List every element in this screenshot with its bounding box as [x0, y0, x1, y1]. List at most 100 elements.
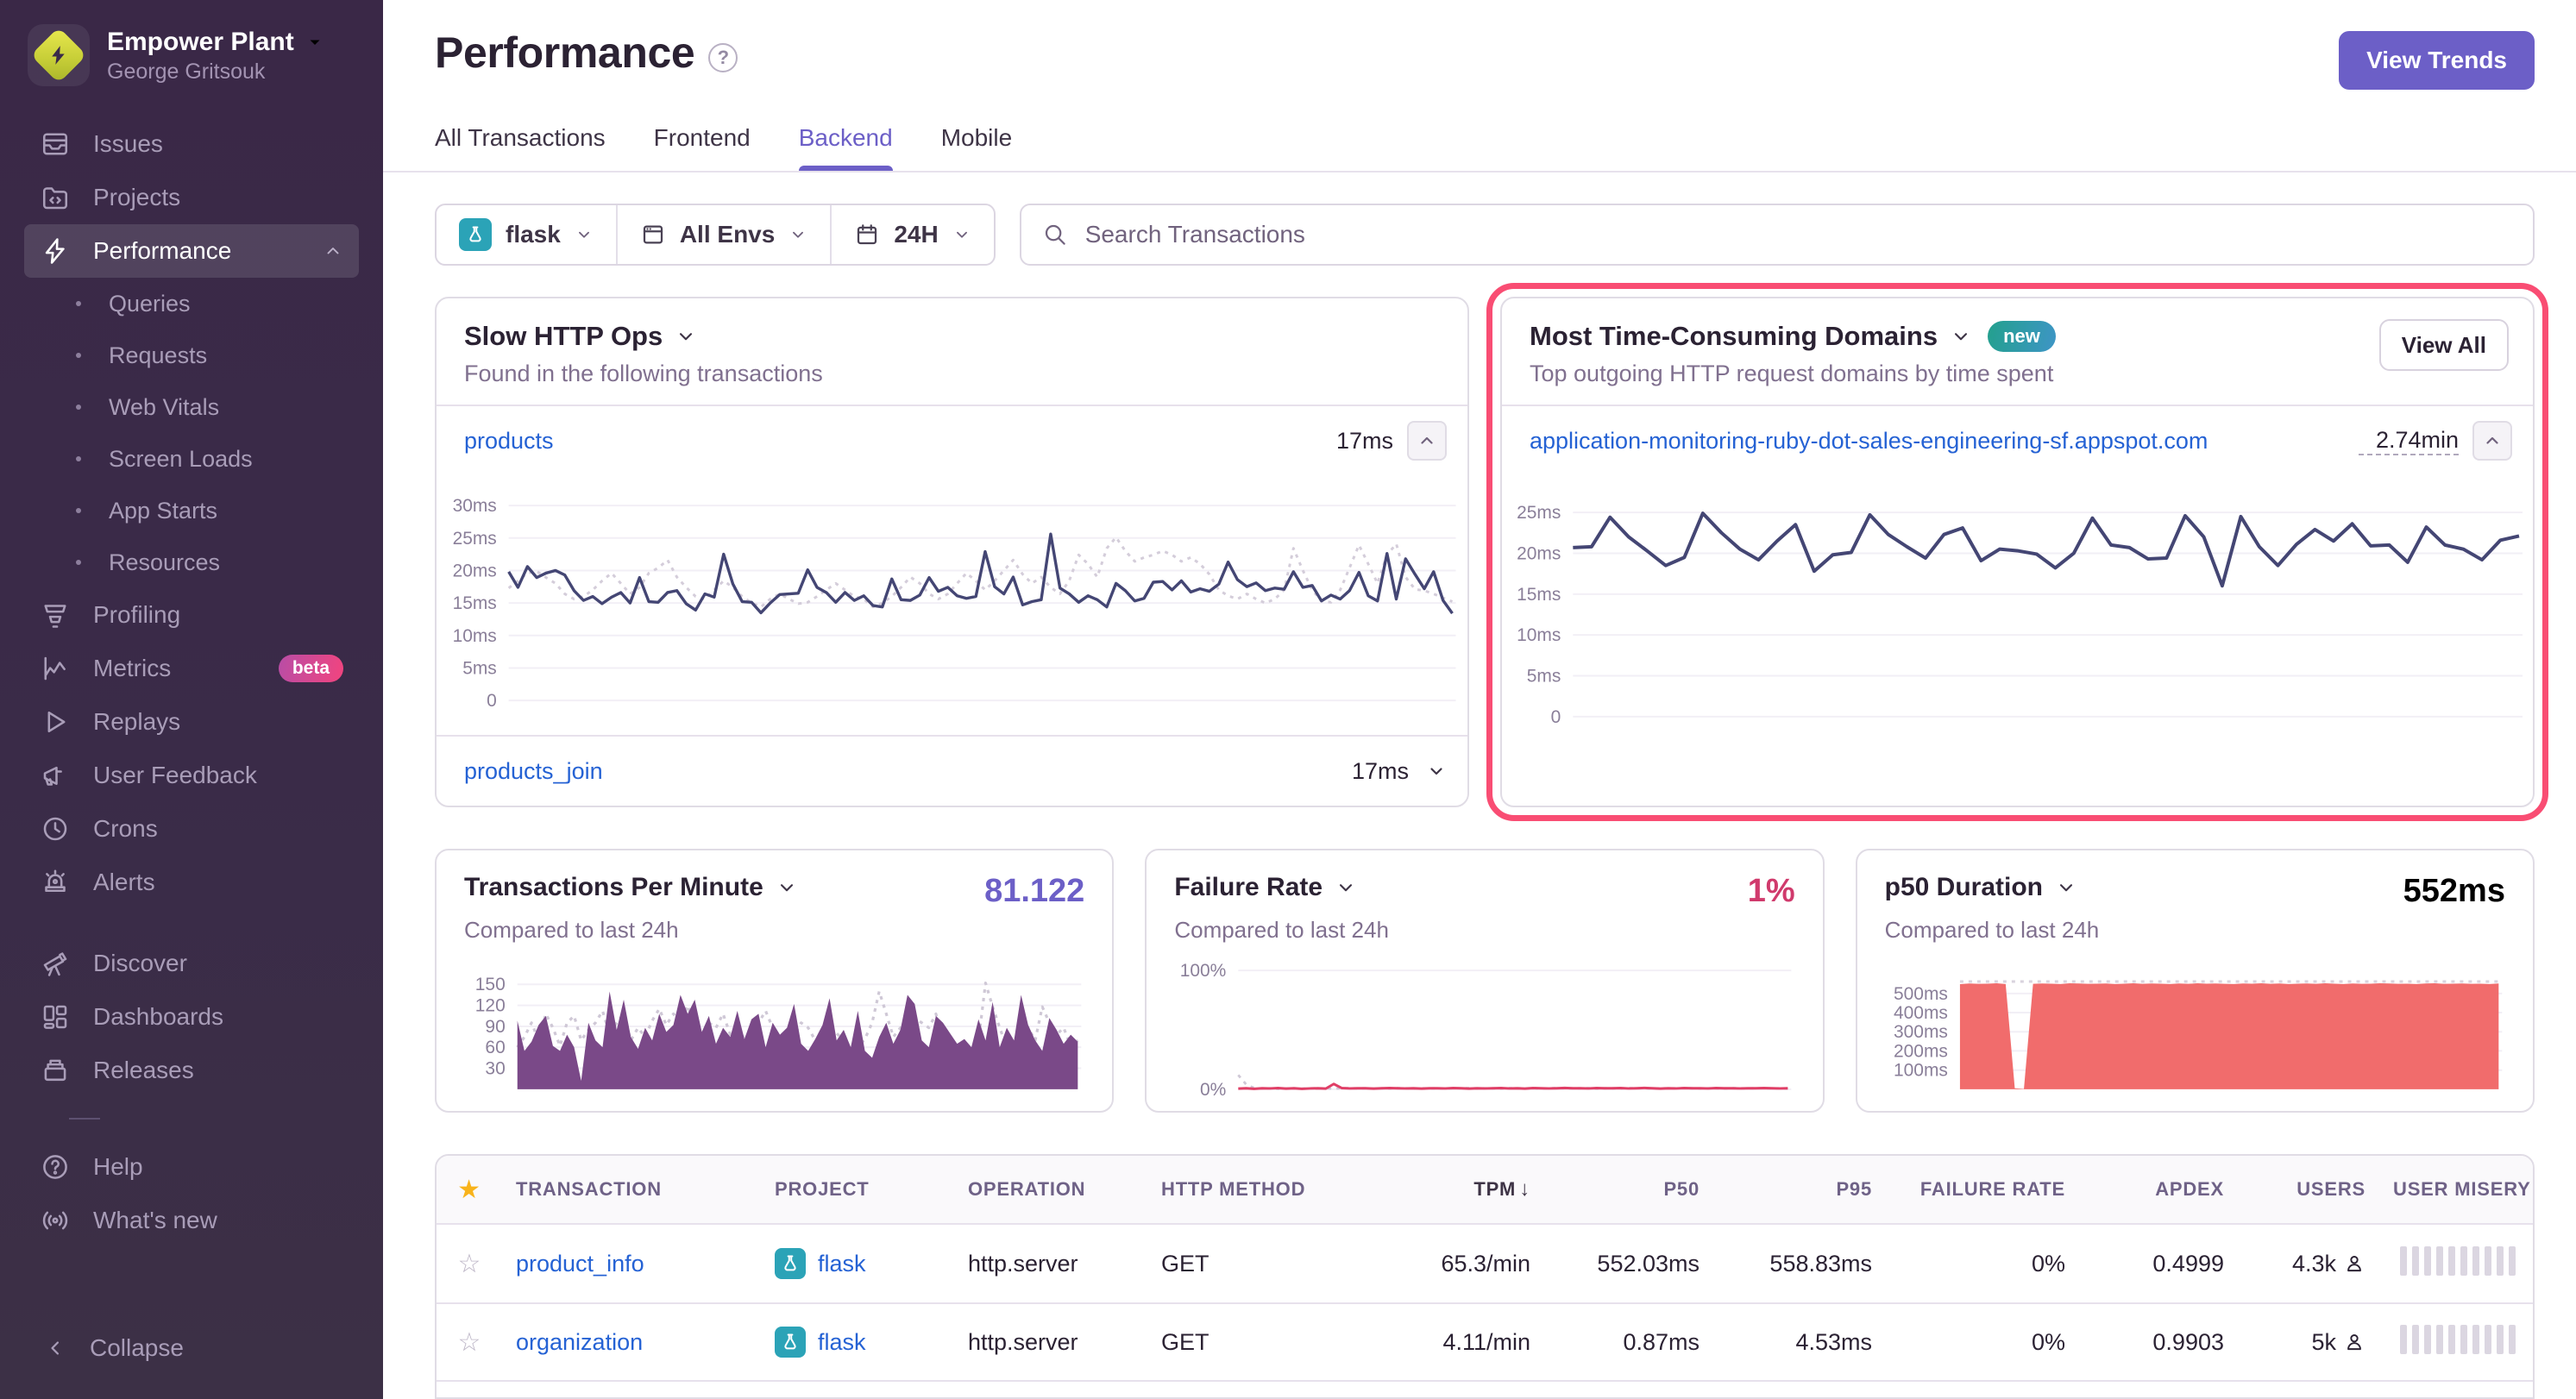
domain-time-spent[interactable]: 2.74min — [2359, 427, 2459, 455]
sidebar-item-performance[interactable]: Performance — [24, 224, 359, 278]
org-switcher[interactable]: Empower Plant George Gritsouk — [24, 21, 359, 86]
project-cell[interactable]: flask — [761, 1248, 954, 1279]
help-tooltip-icon[interactable]: ? — [708, 43, 738, 72]
failure-rate-cell: 0% — [1886, 1251, 2079, 1277]
lightning-bolt-icon — [47, 44, 70, 66]
date-range-filter[interactable]: 24H — [830, 205, 993, 264]
p50-cell: 0.87ms — [1544, 1329, 1713, 1356]
svg-text:90: 90 — [485, 1017, 505, 1037]
tab-bar: All Transactions Frontend Backend Mobile — [435, 124, 2535, 171]
products-join-link[interactable]: products_join — [464, 758, 603, 785]
chevron-down-icon[interactable] — [1335, 876, 1357, 899]
svg-text:500ms: 500ms — [1894, 984, 1948, 1004]
chevron-down-icon[interactable] — [1950, 325, 1972, 348]
star-toggle[interactable]: ☆ — [437, 1249, 502, 1279]
sidebar-item-releases[interactable]: Releases — [24, 1044, 359, 1097]
sidebar-divider — [69, 1118, 100, 1120]
domains-chart[interactable]: 25ms20ms15ms10ms5ms0 — [1509, 486, 2526, 748]
domain-link[interactable]: application-monitoring-ruby-dot-sales-en… — [1530, 428, 2208, 455]
col-users[interactable]: USERS — [2238, 1178, 2379, 1201]
sidebar-item-metrics[interactable]: Metrics beta — [24, 642, 359, 695]
slow-http-ops-title[interactable]: Slow HTTP Ops — [464, 321, 663, 352]
sidebar-item-label: Crons — [93, 815, 158, 843]
transaction-link[interactable]: organization — [516, 1329, 643, 1355]
chevron-down-icon[interactable] — [675, 325, 697, 348]
sidebar-item-projects[interactable]: Projects — [24, 171, 359, 224]
chevron-down-icon[interactable] — [776, 876, 798, 899]
chevron-down-icon[interactable] — [1426, 761, 1447, 781]
person-icon — [2343, 1252, 2366, 1275]
slow-http-ops-chart[interactable]: 30ms25ms20ms15ms10ms5ms0 — [443, 482, 1461, 731]
sidebar-item-issues[interactable]: Issues — [24, 117, 359, 171]
sidebar-collapse-button[interactable]: Collapse — [24, 1321, 359, 1375]
sidebar-item-alerts[interactable]: Alerts — [24, 856, 359, 909]
domains-title[interactable]: Most Time-Consuming Domains — [1530, 321, 1938, 352]
sidebar-item-web-vitals[interactable]: Web Vitals — [24, 381, 359, 433]
tpm-title[interactable]: Transactions Per Minute — [464, 873, 763, 902]
search-input[interactable] — [1082, 219, 2512, 250]
sidebar-item-requests[interactable]: Requests — [24, 329, 359, 381]
bullet-icon — [76, 560, 81, 565]
p50-duration-chart[interactable]: 500ms400ms300ms200ms100ms — [1885, 957, 2505, 1102]
col-apdex[interactable]: APDEX — [2079, 1178, 2238, 1201]
project-filter[interactable]: flask — [437, 205, 616, 264]
col-transaction[interactable]: TRANSACTION — [502, 1178, 761, 1201]
project-link[interactable]: flask — [818, 1251, 866, 1277]
bullet-icon — [76, 456, 81, 461]
sidebar-item-replays[interactable]: Replays — [24, 695, 359, 749]
failure-rate-chart[interactable]: 100%0% — [1174, 957, 1794, 1102]
chevron-down-icon — [952, 225, 971, 244]
domains-subtitle: Top outgoing HTTP request domains by tim… — [1530, 361, 2505, 387]
svg-text:10ms: 10ms — [1517, 625, 1561, 645]
sidebar-item-help[interactable]: Help — [24, 1140, 359, 1194]
p50-duration-title[interactable]: p50 Duration — [1885, 873, 2043, 902]
sidebar-item-profiling[interactable]: Profiling — [24, 588, 359, 642]
collapse-row-button[interactable] — [1407, 421, 1447, 461]
tpm-chart[interactable]: 150120906030 — [464, 957, 1084, 1102]
failure-rate-value: 1% — [1748, 873, 1795, 910]
sidebar-item-crons[interactable]: Crons — [24, 802, 359, 856]
sidebar-item-resources[interactable]: Resources — [24, 536, 359, 588]
sidebar-item-whats-new[interactable]: What's new — [24, 1194, 359, 1247]
transaction-link[interactable]: product_info — [516, 1251, 644, 1277]
sidebar-item-label: Dashboards — [93, 1003, 223, 1031]
col-operation[interactable]: OPERATION — [954, 1178, 1147, 1201]
tab-all-transactions[interactable]: All Transactions — [435, 124, 606, 171]
star-icon[interactable]: ★ — [437, 1175, 502, 1205]
collapse-row-button[interactable] — [2472, 421, 2512, 461]
sidebar-item-user-feedback[interactable]: User Feedback — [24, 749, 359, 802]
col-p95[interactable]: P95 — [1713, 1178, 1886, 1201]
col-user-misery[interactable]: USER MISERY — [2379, 1178, 2535, 1201]
svg-text:30ms: 30ms — [453, 496, 497, 516]
failure-rate-title[interactable]: Failure Rate — [1174, 873, 1323, 902]
view-trends-button[interactable]: View Trends — [2339, 31, 2535, 90]
sidebar-item-screen-loads[interactable]: Screen Loads — [24, 433, 359, 485]
svg-text:60: 60 — [485, 1038, 505, 1057]
chevron-down-icon[interactable] — [2055, 876, 2077, 899]
col-http-method[interactable]: HTTP METHOD — [1147, 1178, 1351, 1201]
org-text: Empower Plant George Gritsouk — [107, 27, 325, 85]
tab-mobile[interactable]: Mobile — [941, 124, 1012, 171]
environment-filter[interactable]: All Envs — [616, 205, 830, 264]
page-filter-bar: flask All Envs 24H — [435, 204, 996, 266]
col-p50[interactable]: P50 — [1544, 1178, 1713, 1201]
sidebar-subitem-label: Resources — [109, 549, 220, 576]
sidebar-item-dashboards[interactable]: Dashboards — [24, 990, 359, 1044]
sidebar-item-queries[interactable]: Queries — [24, 278, 359, 329]
col-project[interactable]: PROJECT — [761, 1178, 954, 1201]
svg-text:400ms: 400ms — [1894, 1003, 1948, 1023]
tab-frontend[interactable]: Frontend — [654, 124, 751, 171]
sidebar-subitem-label: Queries — [109, 291, 191, 317]
products-link[interactable]: products — [464, 428, 554, 455]
sidebar-item-discover[interactable]: Discover — [24, 937, 359, 990]
sidebar-item-app-starts[interactable]: App Starts — [24, 485, 359, 536]
view-all-button[interactable]: View All — [2379, 319, 2509, 371]
search-icon — [1042, 222, 1068, 248]
project-cell[interactable]: flask — [761, 1327, 954, 1358]
tab-backend[interactable]: Backend — [799, 124, 893, 171]
star-toggle[interactable]: ☆ — [437, 1327, 502, 1358]
project-link[interactable]: flask — [818, 1329, 866, 1356]
table-row: ☆ organization flask http.server GET 4.1… — [437, 1302, 2533, 1380]
col-tpm-sorted[interactable]: TPM↓ — [1351, 1177, 1544, 1201]
col-failure-rate[interactable]: FAILURE RATE — [1886, 1178, 2079, 1201]
